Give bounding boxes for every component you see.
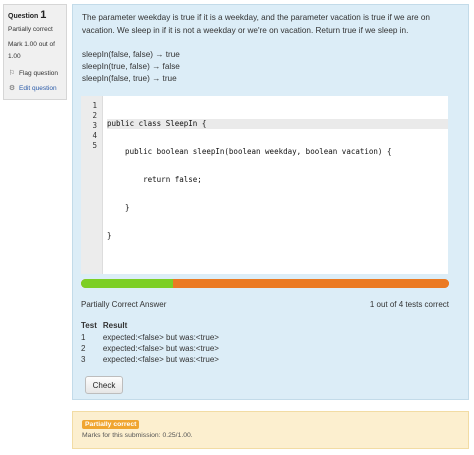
code-line[interactable]: public boolean sleepIn(boolean weekday, … [107,147,448,157]
check-button[interactable]: Check [85,376,123,394]
test-progress-bar [81,279,449,288]
test-result: expected:<false> but was:<true> [102,333,219,342]
code-area[interactable]: public class SleepIn { public boolean sl… [103,96,448,274]
question-prompt: The parameter weekday is true if it is a… [82,13,430,35]
question-number-value: 1 [40,9,47,21]
flag-question-label: Flag question [19,69,59,77]
question-formulation: The parameter weekday is true if it is a… [72,4,469,400]
question-number: Question 1 [8,9,62,21]
gear-icon: ⚙ [8,85,16,92]
code-line[interactable]: } [107,203,448,213]
test-number: 1 [81,333,86,342]
code-line[interactable]: return false; [107,175,448,185]
test-number: 3 [81,355,86,364]
example-line: sleepIn(false, true) → true [82,74,177,83]
line-number: 5 [92,141,97,150]
test-results: Test Result 1 expected:<false> but was:<… [81,320,225,365]
line-number: 1 [92,101,97,110]
flag-icon: ⚐ [8,70,16,77]
table-row: 2 expected:<false> but was:<true> [81,343,225,354]
examples-list: sleepIn(false, false) → true sleepIn(tru… [82,49,459,85]
edit-question-label: Edit question [19,84,57,92]
line-number: 2 [92,111,97,120]
line-number-gutter: 1 2 3 4 5 [81,96,103,274]
test-number: 2 [81,344,86,353]
column-header-result: Result [102,320,128,330]
flag-question-link[interactable]: ⚐ Flag question [8,69,62,78]
results-header-row: Test Result [81,320,225,332]
outcome-badge: Partially correct [82,420,140,429]
question-grade: Mark 1.00 out of 1.00 [8,41,55,60]
progress-pass-segment [81,279,173,288]
submission-marks: Marks for this submission: 0.25/1.00. [82,432,193,439]
code-line[interactable]: } [107,231,448,241]
question-label: Question [8,13,39,20]
test-result: expected:<false> but was:<true> [102,344,219,353]
example-line: sleepIn(false, false) → true [82,50,180,59]
column-header-test: Test [81,320,97,330]
line-number: 4 [92,131,97,140]
code-line[interactable]: public class SleepIn { [107,119,448,129]
result-summary: Partially Correct Answer 1 out of 4 test… [81,300,449,309]
progress-fail-segment [173,279,449,288]
outcome-panel: Partially correct Marks for this submiss… [72,411,469,449]
example-line: sleepIn(true, false) → false [82,62,180,71]
tests-correct-count: 1 out of 4 tests correct [369,300,449,309]
code-editor[interactable]: 1 2 3 4 5 public class SleepIn { public … [81,96,448,274]
question-info-panel: Question 1 Partially correct Mark 1.00 o… [3,4,67,100]
table-row: 1 expected:<false> but was:<true> [81,332,225,343]
test-result: expected:<false> but was:<true> [102,355,219,364]
answer-status: Partially Correct Answer [81,300,167,309]
question-state: Partially correct [8,26,53,33]
results-table: Test Result 1 expected:<false> but was:<… [81,320,225,365]
table-row: 3 expected:<false> but was:<true> [81,354,225,365]
edit-question-link[interactable]: ⚙ Edit question [8,84,62,93]
line-number: 3 [92,121,97,130]
